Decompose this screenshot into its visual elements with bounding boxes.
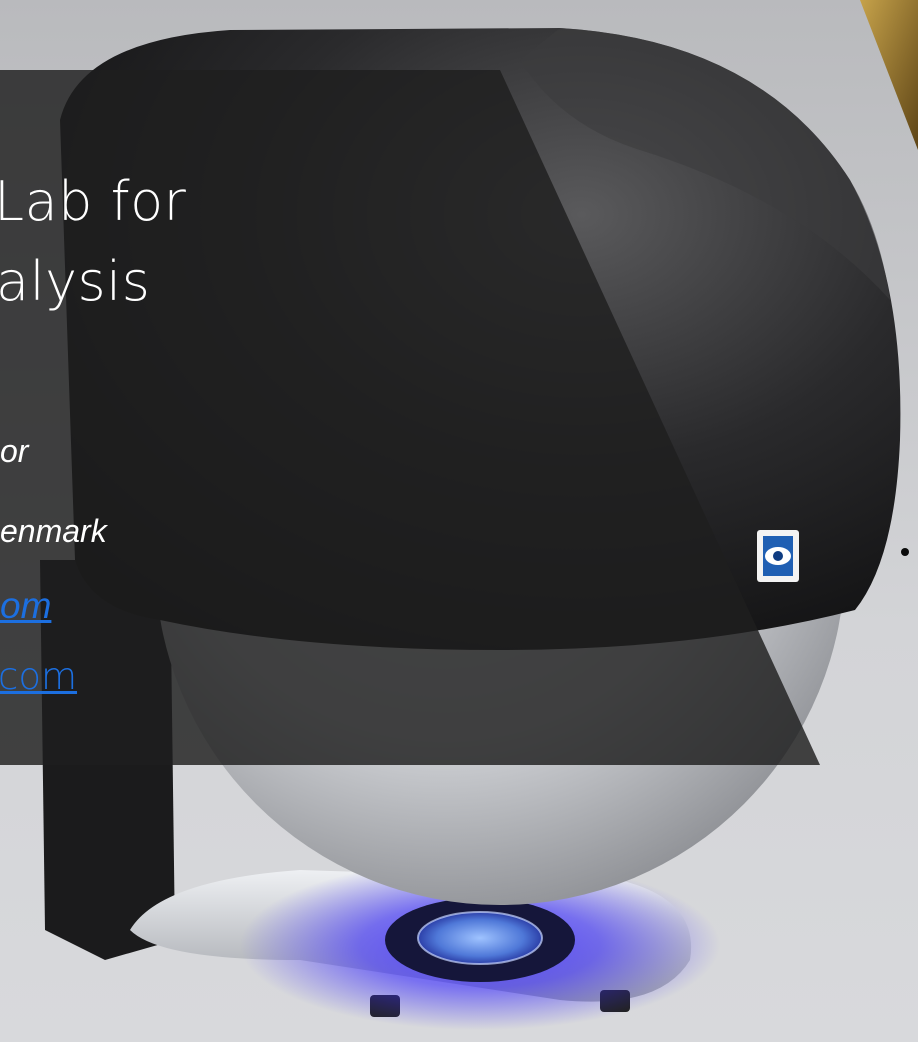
subtitle-line-2: enmark [0, 513, 107, 549]
email-link[interactable]: om [0, 585, 51, 627]
title-line-1: Lab for [0, 170, 187, 233]
subtitle-line-1: or [0, 433, 29, 469]
eye-logo-icon [757, 530, 799, 582]
website-link[interactable]: com [0, 655, 77, 698]
product-photo [0, 0, 918, 1042]
title-line-2: alysis [0, 250, 151, 313]
